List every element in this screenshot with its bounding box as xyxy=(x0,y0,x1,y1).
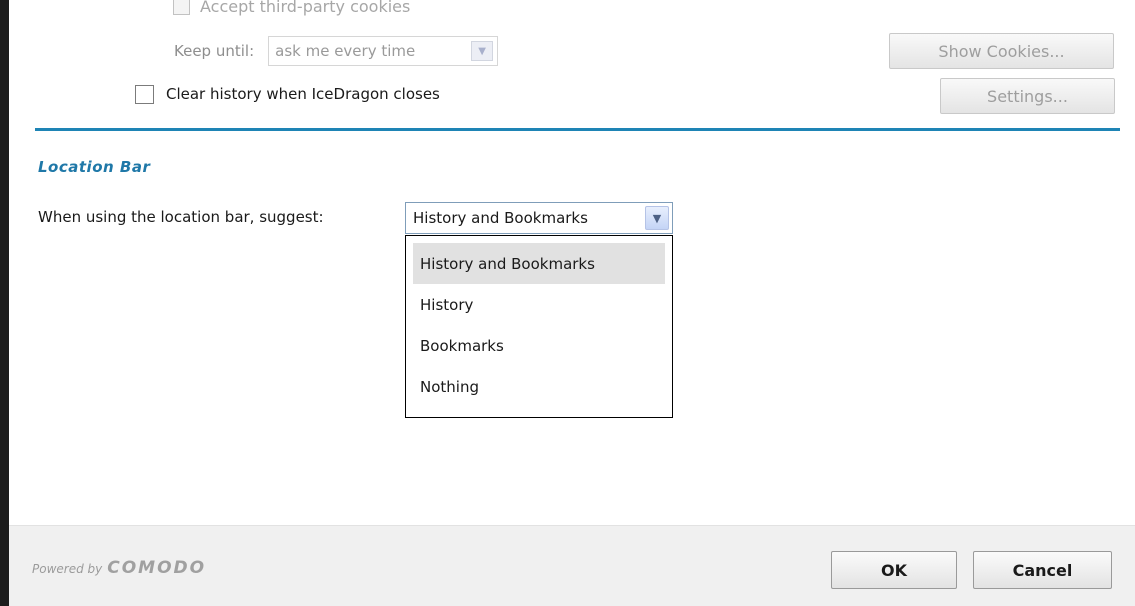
settings-button: Settings... xyxy=(940,78,1115,114)
location-bar-section-title: Location Bar xyxy=(38,158,151,176)
suggest-select-value: History and Bookmarks xyxy=(413,209,588,227)
keep-until-row: Keep until: ask me every time ▼ xyxy=(174,36,499,66)
keep-until-select: ask me every time ▼ xyxy=(268,36,499,66)
cancel-button[interactable]: Cancel xyxy=(973,551,1112,589)
chevron-down-icon[interactable]: ▼ xyxy=(645,206,669,230)
section-divider xyxy=(35,128,1120,131)
dropdown-option-history[interactable]: History xyxy=(413,284,665,325)
window-left-border xyxy=(0,0,9,606)
dropdown-option-nothing[interactable]: Nothing xyxy=(413,366,665,407)
suggest-select[interactable]: History and Bookmarks ▼ xyxy=(405,202,673,234)
powered-by-logo: Powered by COMODO xyxy=(32,558,206,578)
keep-until-value: ask me every time xyxy=(275,42,416,60)
clear-history-checkbox[interactable] xyxy=(135,84,154,104)
dialog-footer: Powered by COMODO OK Cancel xyxy=(9,525,1135,606)
show-cookies-button: Show Cookies... xyxy=(889,33,1114,69)
clear-history-row[interactable]: Clear history when IceDragon closes xyxy=(135,82,440,106)
suggest-label: When using the location bar, suggest: xyxy=(38,208,324,226)
third-party-cookies-row: Accept third-party cookies xyxy=(173,0,410,16)
third-party-cookies-label: Accept third-party cookies xyxy=(200,0,411,16)
suggest-dropdown-list: History and Bookmarks History Bookmarks … xyxy=(405,235,673,418)
third-party-cookies-checkbox xyxy=(173,0,190,15)
keep-until-label: Keep until: xyxy=(174,42,255,60)
ok-button[interactable]: OK xyxy=(831,551,957,589)
dropdown-option-history-and-bookmarks[interactable]: History and Bookmarks xyxy=(413,243,665,284)
powered-by-text: Powered by xyxy=(32,562,103,576)
comodo-logo: COMODO xyxy=(107,558,207,578)
clear-history-label[interactable]: Clear history when IceDragon closes xyxy=(166,85,440,103)
options-panel: Accept third-party cookies Keep until: a… xyxy=(9,0,1135,525)
chevron-down-icon: ▼ xyxy=(471,41,494,61)
dropdown-option-bookmarks[interactable]: Bookmarks xyxy=(413,325,665,366)
